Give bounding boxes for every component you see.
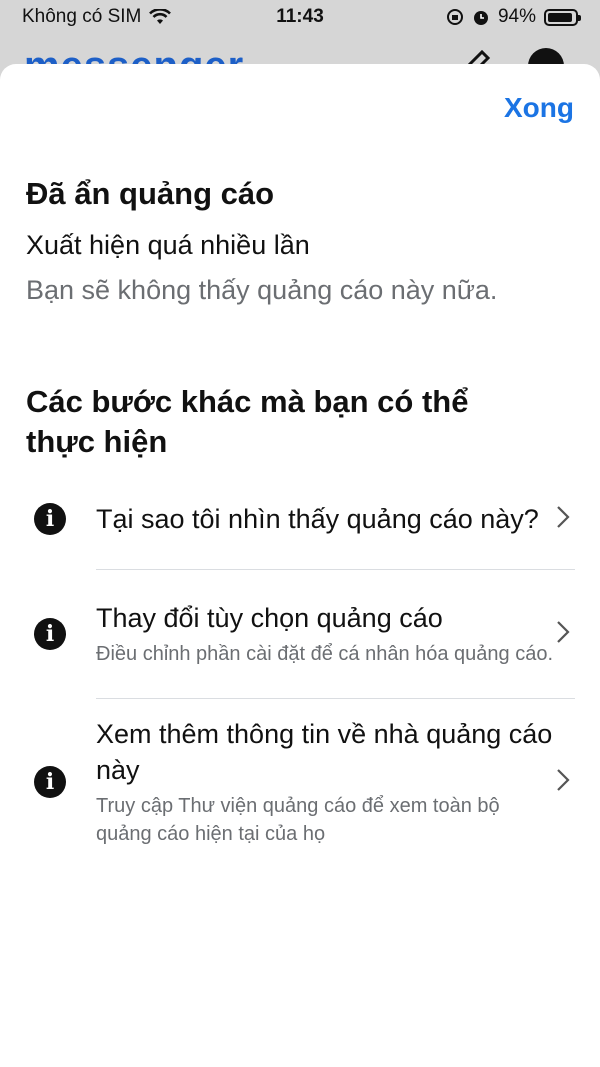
hidden-note: Bạn sẽ không thấy quảng cáo này nữa. bbox=[26, 275, 498, 305]
info-icon: i bbox=[34, 503, 66, 535]
orientation-lock-icon bbox=[446, 8, 464, 26]
option-title: Thay đổi tùy chọn quảng cáo bbox=[96, 603, 443, 633]
option-title: Tại sao tôi nhìn thấy quảng cáo này? bbox=[96, 504, 539, 534]
hidden-reason: Xuất hiện quá nhiều lần bbox=[26, 230, 310, 260]
status-left: Không có SIM bbox=[22, 6, 172, 28]
option-body: Tại sao tôi nhìn thấy quảng cáo này? bbox=[96, 501, 556, 537]
battery-fill bbox=[548, 12, 573, 22]
option-subtitle: Điều chỉnh phần cài đặt để cá nhân hóa q… bbox=[96, 643, 554, 665]
carrier-label: Không có SIM bbox=[22, 6, 142, 27]
battery-icon bbox=[544, 8, 581, 26]
change-ad-preferences-option[interactable]: i Thay đổi tùy chọn quảng cáo Điều chỉnh… bbox=[0, 570, 600, 698]
chevron-right-icon bbox=[556, 768, 570, 797]
done-button[interactable]: Xong bbox=[504, 92, 574, 124]
other-steps-title: Các bước khác mà bạn có thể thực hiện bbox=[26, 384, 469, 459]
option-body: Thay đổi tùy chọn quảng cáo Điều chỉnh p… bbox=[96, 600, 556, 668]
option-subtitle: Truy cập Thư viện quảng cáo để xem toàn … bbox=[96, 795, 500, 845]
hidden-ad-title: Đã ẩn quảng cáo bbox=[26, 176, 275, 211]
chevron-right-icon bbox=[556, 620, 570, 649]
status-bar: Không có SIM 11:43 94% bbox=[0, 0, 600, 34]
wifi-icon bbox=[149, 9, 172, 25]
options-list: i Tại sao tôi nhìn thấy quảng cáo này? i… bbox=[0, 469, 600, 865]
info-icon: i bbox=[34, 618, 66, 650]
chevron-right-icon bbox=[556, 505, 570, 534]
status-right: 94% bbox=[446, 6, 581, 28]
battery-percent: 94% bbox=[497, 6, 536, 27]
info-icon: i bbox=[34, 766, 66, 798]
option-body: Xem thêm thông tin về nhà quảng cáo này … bbox=[96, 716, 556, 848]
why-see-ad-option[interactable]: i Tại sao tôi nhìn thấy quảng cáo này? bbox=[0, 469, 600, 569]
advertiser-info-option[interactable]: i Xem thêm thông tin về nhà quảng cáo nà… bbox=[0, 699, 600, 865]
option-title: Xem thêm thông tin về nhà quảng cáo này bbox=[96, 719, 553, 785]
ad-hidden-sheet: Xong Đã ẩn quảng cáo Xuất hiện quá nhiều… bbox=[0, 64, 600, 1067]
alarm-icon bbox=[472, 8, 490, 26]
